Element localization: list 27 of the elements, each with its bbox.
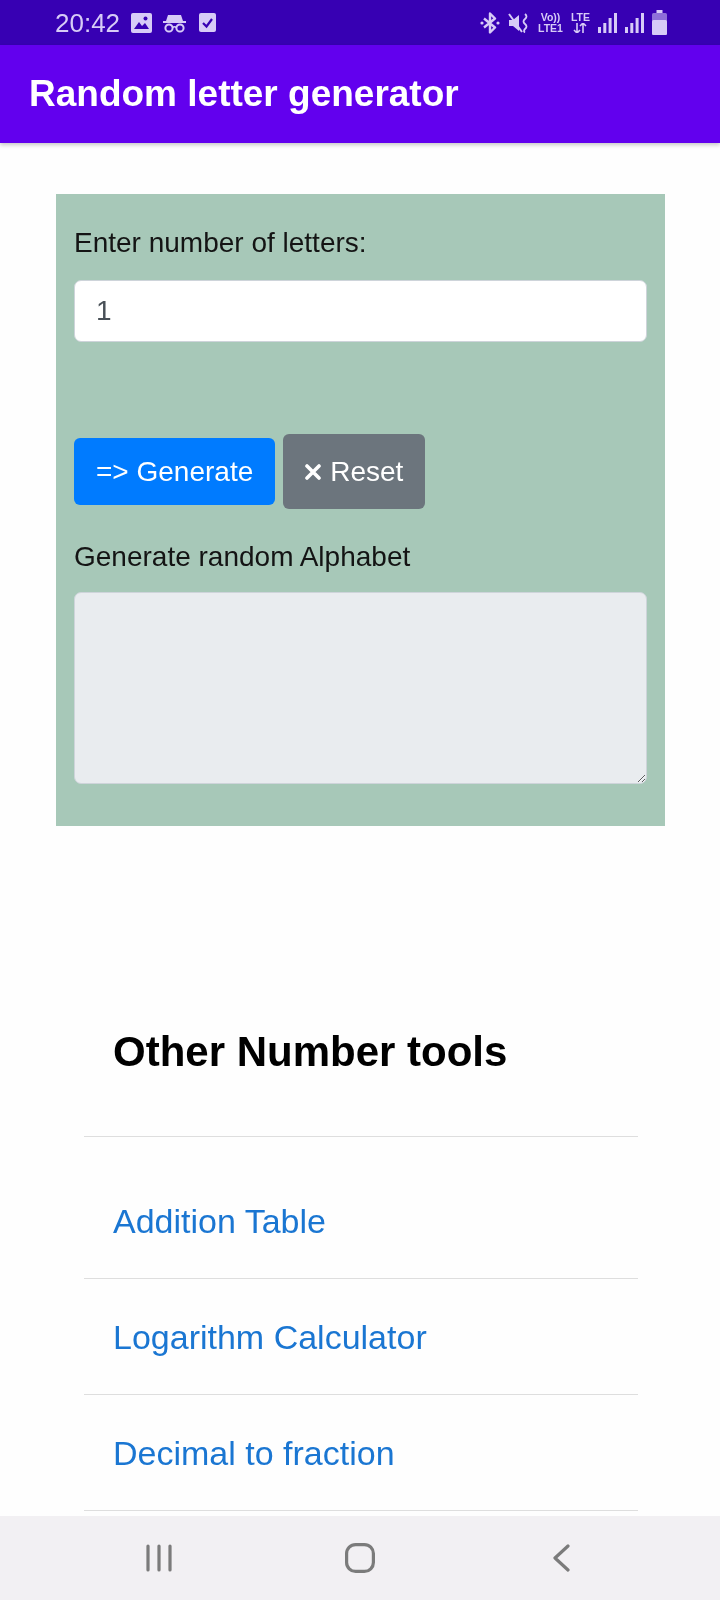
signal-icon xyxy=(625,12,644,33)
generate-button[interactable]: => Generate xyxy=(74,438,276,505)
incognito-icon xyxy=(163,12,187,33)
signal-icon xyxy=(598,12,617,33)
status-time: 20:42 xyxy=(55,7,121,38)
network-label: LTE xyxy=(570,12,590,23)
back-icon[interactable] xyxy=(552,1544,570,1572)
field-label: Enter number of letters: xyxy=(74,226,368,260)
checkbox-icon xyxy=(199,13,217,32)
network-label: Vo)) xyxy=(540,11,561,23)
tool-link[interactable]: Decimal to fraction xyxy=(113,1432,395,1473)
close-icon xyxy=(305,463,322,480)
tool-link[interactable]: Logarithm Calculator xyxy=(113,1316,427,1357)
recents-icon[interactable] xyxy=(146,1544,172,1572)
field-label: Generate random Alphabet xyxy=(74,540,412,574)
reset-button[interactable]: Reset xyxy=(283,434,426,509)
number-input[interactable]: 1 xyxy=(74,280,647,342)
image-icon xyxy=(131,12,153,33)
bluetooth-icon xyxy=(480,11,501,34)
output-field[interactable] xyxy=(74,592,647,784)
tool-link[interactable]: Addition Table xyxy=(113,1200,326,1241)
battery-icon xyxy=(652,10,667,35)
app-title: Random letter generator xyxy=(29,72,459,116)
network-label: LTE1 xyxy=(538,22,563,34)
home-icon[interactable] xyxy=(345,1543,375,1573)
data-arrows-icon xyxy=(573,23,588,33)
section-heading: Other Number tools xyxy=(112,1027,509,1077)
